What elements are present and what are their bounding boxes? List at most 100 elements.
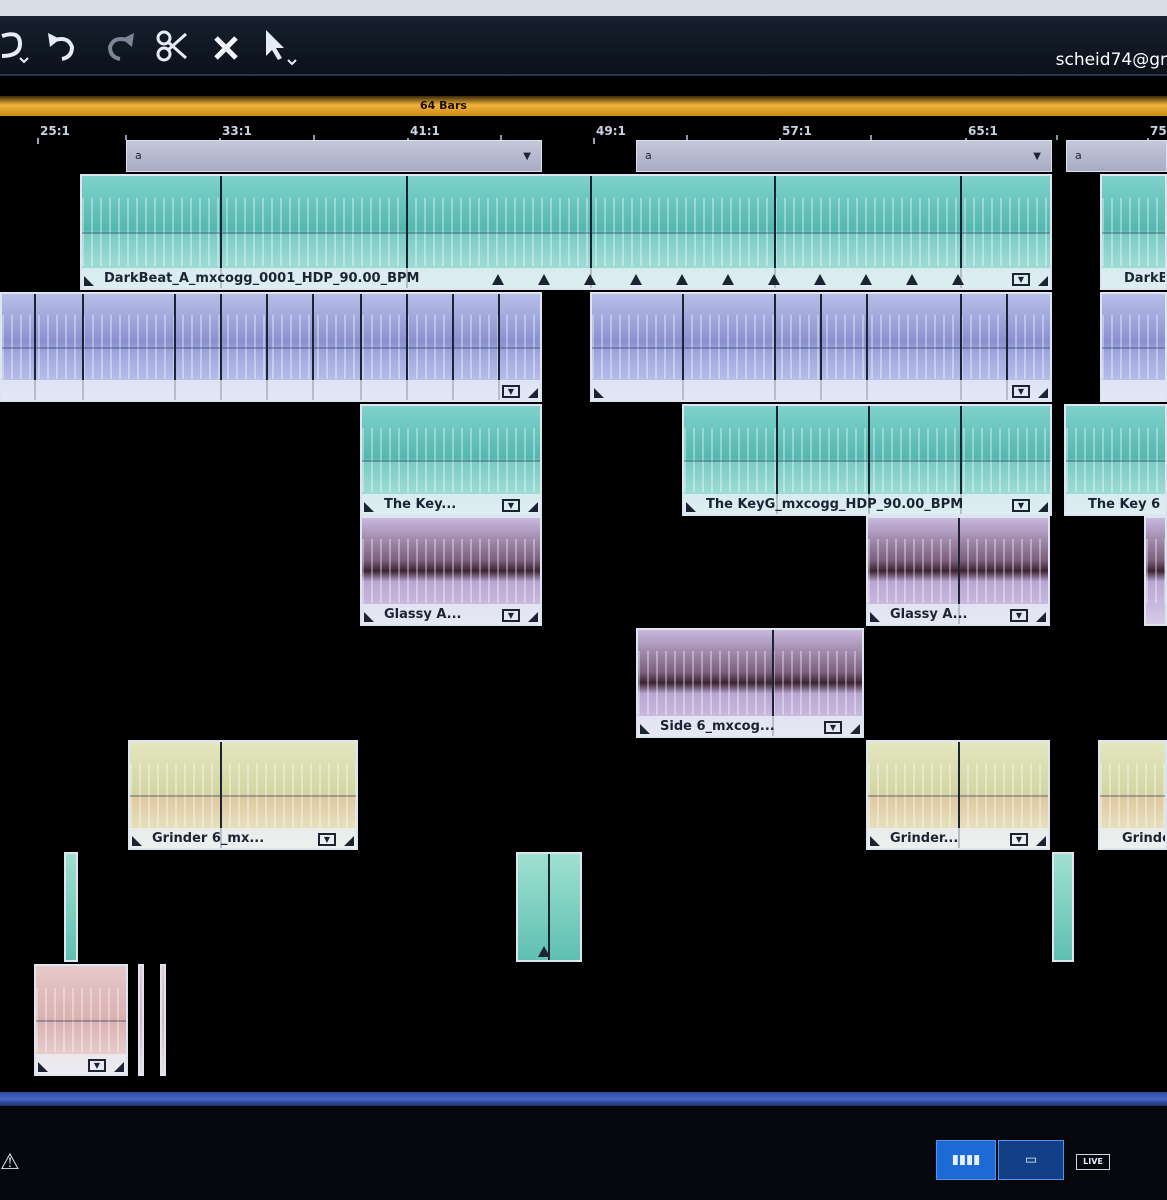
audio-clip-pink-2[interactable] — [138, 964, 144, 1076]
bars-view-button[interactable]: ▮▮▮▮ — [936, 1140, 996, 1180]
clip-name: The Key... — [384, 497, 457, 512]
loop-length-label: 64 Bars — [420, 99, 467, 112]
waveform — [362, 539, 540, 603]
audio-clip-grinder[interactable]: Grinder 6_mx... ▼ — [128, 740, 358, 850]
trim-handle-left-icon[interactable] — [594, 388, 604, 398]
toolbar: scheid74@gr — [0, 16, 1167, 76]
audio-clip-beat[interactable]: DarkBeat_A_mxcogg_0001_HDP_90.00_BPM ▼ — [80, 174, 1052, 290]
trim-handle-left-icon[interactable] — [686, 502, 696, 512]
audio-clip-glassy-3[interactable] — [1144, 516, 1167, 626]
trim-handle-right-icon[interactable] — [344, 836, 354, 846]
audio-clip-glassy-2[interactable]: Glassy A... ▼ — [866, 516, 1050, 626]
trim-handle-right-icon[interactable] — [528, 502, 538, 512]
clip-footer — [2, 380, 540, 400]
trim-handle-left-icon[interactable] — [84, 276, 94, 286]
audio-clip-beat-2[interactable]: DarkB — [1100, 174, 1167, 290]
arrangement-marker[interactable]: a — [1066, 140, 1167, 172]
trim-handle-right-icon[interactable] — [114, 1062, 124, 1072]
clip-menu-icon[interactable]: ▼ — [1012, 273, 1030, 286]
trim-handle-left-icon[interactable] — [870, 612, 880, 622]
trim-handle-right-icon[interactable] — [1038, 502, 1048, 512]
slice-marker-icon — [538, 274, 550, 285]
slice-marker-icon — [768, 274, 780, 285]
pointer-tool-icon[interactable] — [262, 28, 302, 68]
audio-clip-pink[interactable]: ▼ — [34, 964, 128, 1076]
trim-handle-right-icon[interactable] — [1036, 612, 1046, 622]
slice-marker-icon — [860, 274, 872, 285]
trim-handle-left-icon[interactable] — [132, 836, 142, 846]
audio-clip-pink-3[interactable] — [160, 964, 166, 1076]
timeline-ruler[interactable]: 25:1 33:1 41:1 49:1 57:1 65:1 75 — [0, 118, 1167, 144]
clip-name: The Key 6 — [1088, 497, 1161, 512]
trim-handle-left-icon[interactable] — [364, 502, 374, 512]
clip-slice — [548, 854, 550, 960]
clip-menu-icon[interactable]: ▼ — [1012, 499, 1030, 512]
clip-name: DarkB — [1124, 271, 1167, 286]
slice-marker-icon — [538, 946, 550, 957]
audio-clip-mint[interactable] — [64, 852, 78, 962]
trim-handle-right-icon[interactable] — [528, 612, 538, 622]
waveform-centerline — [82, 232, 1050, 234]
undo-icon[interactable] — [44, 26, 80, 66]
chevron-down-icon[interactable]: ▼ — [1033, 151, 1041, 162]
clip-name: Side 6_mxcog... — [660, 719, 775, 734]
marker-label: a — [645, 149, 652, 162]
audio-clip-mint-2[interactable] — [516, 852, 582, 962]
trim-handle-right-icon[interactable] — [850, 724, 860, 734]
slice-marker-icon — [906, 274, 918, 285]
horizontal-scrollbar[interactable] — [0, 1092, 1167, 1106]
audio-clip-lavender[interactable]: ▼ — [0, 292, 542, 402]
slice-marker-icon — [584, 274, 596, 285]
trim-handle-right-icon[interactable] — [1038, 276, 1048, 286]
audio-clip-keys-3[interactable]: The Key 6 — [1064, 404, 1167, 516]
redo-icon[interactable] — [100, 26, 138, 66]
clip-menu-icon[interactable]: ▼ — [502, 385, 520, 398]
chevron-down-icon[interactable]: ▼ — [523, 151, 531, 162]
audio-clip-grinder-2[interactable]: Grinder... ▼ — [866, 740, 1050, 850]
arrangement-marker[interactable]: a ▼ — [126, 140, 542, 172]
clip-footer — [592, 380, 1050, 400]
audio-clip-lavender-2[interactable]: ▼ — [590, 292, 1052, 402]
slice-marker-icon — [630, 274, 642, 285]
audio-clip-lavender-3[interactable] — [1100, 292, 1167, 402]
loop-icon[interactable] — [0, 26, 36, 66]
loop-length-bar[interactable]: 64 Bars — [0, 96, 1167, 116]
clip-menu-icon[interactable]: ▼ — [502, 609, 520, 622]
clip-menu-icon[interactable]: ▼ — [824, 721, 842, 734]
slice-marker-icon — [952, 274, 964, 285]
trim-handle-right-icon[interactable] — [1038, 388, 1048, 398]
trim-handle-right-icon[interactable] — [1036, 836, 1046, 846]
arrangement-marker[interactable]: a ▼ — [636, 140, 1052, 172]
audio-clip-mint-3[interactable] — [1052, 852, 1074, 962]
audio-clip-grinder-3[interactable]: Grinder — [1098, 740, 1167, 850]
warning-triangle-icon[interactable]: ⚠ — [0, 1150, 20, 1175]
clip-view-button[interactable]: ▭ — [998, 1140, 1064, 1180]
user-account[interactable]: scheid74@gr — [1056, 50, 1167, 70]
clip-menu-icon[interactable]: ▼ — [1010, 833, 1028, 846]
clip-menu-icon[interactable]: ▼ — [1012, 385, 1030, 398]
audio-clip-side[interactable]: Side 6_mxcog... ▼ — [636, 628, 864, 738]
clip-menu-icon[interactable]: ▼ — [502, 499, 520, 512]
live-mode-button[interactable]: LIVE — [1076, 1154, 1110, 1170]
clip-menu-icon[interactable]: ▼ — [1010, 609, 1028, 622]
marker-label: a — [135, 149, 142, 162]
trim-handle-left-icon[interactable] — [364, 612, 374, 622]
audio-clip-keys-2[interactable]: The KeyG_mxcogg_HDP_90.00_BPM ▼ — [682, 404, 1052, 516]
clip-menu-icon[interactable]: ▼ — [318, 833, 336, 846]
clip-view-icon: ▭ — [1024, 1152, 1038, 1168]
marker-label: a — [1075, 149, 1082, 162]
waveform-centerline — [1102, 232, 1165, 234]
trim-handle-left-icon[interactable] — [870, 836, 880, 846]
trim-handle-left-icon[interactable] — [640, 724, 650, 734]
bar-label: 57:1 — [779, 124, 812, 144]
trim-handle-right-icon[interactable] — [528, 388, 538, 398]
clip-name: The KeyG_mxcogg_HDP_90.00_BPM — [706, 497, 964, 512]
waveform-centerline — [130, 795, 356, 797]
trim-handle-left-icon[interactable] — [38, 1062, 48, 1072]
ruler-tick — [1056, 135, 1058, 140]
audio-clip-glassy[interactable]: Glassy A... ▼ — [360, 516, 542, 626]
clip-menu-icon[interactable]: ▼ — [88, 1059, 106, 1072]
delete-icon[interactable] — [210, 28, 242, 68]
split-icon[interactable] — [154, 26, 190, 66]
audio-clip-keys[interactable]: The Key... ▼ — [360, 404, 542, 516]
